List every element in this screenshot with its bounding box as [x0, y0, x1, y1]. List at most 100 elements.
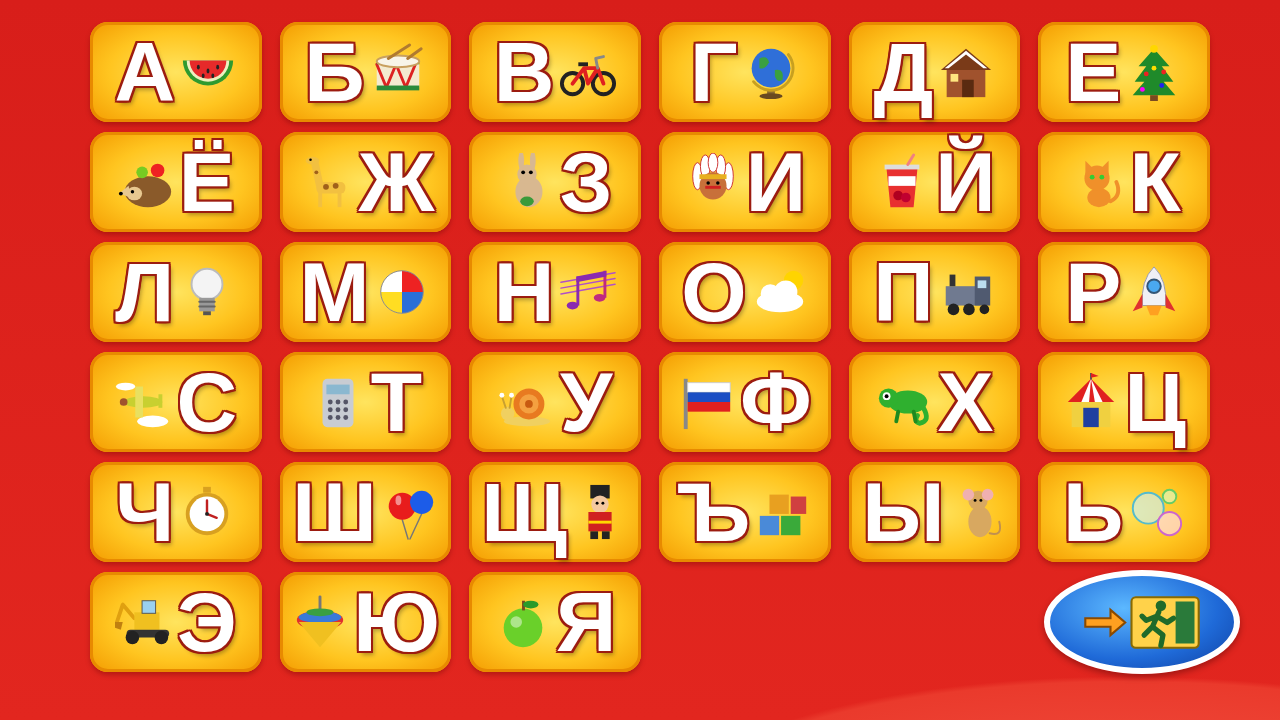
- letter-tile[interactable]: М: [280, 242, 452, 342]
- letter-tile[interactable]: В: [469, 22, 641, 122]
- bicycle-icon: [559, 43, 617, 101]
- letter-label: Ъ: [677, 470, 750, 554]
- letter-tile[interactable]: Ц: [1038, 352, 1210, 452]
- letter-label: Ю: [353, 580, 440, 664]
- exit-button[interactable]: [1044, 570, 1240, 674]
- letter-tile[interactable]: Щ: [469, 462, 641, 562]
- letter-tile[interactable]: А: [90, 22, 262, 122]
- letter-tile[interactable]: Ъ: [659, 462, 831, 562]
- letter-label: Ц: [1124, 360, 1185, 444]
- letter-tile[interactable]: К: [1038, 132, 1210, 232]
- circus-tent-icon: [1062, 373, 1120, 431]
- letter-label: Х: [937, 360, 993, 444]
- snail-icon: [498, 373, 556, 431]
- letter-tile[interactable]: Я: [469, 572, 641, 672]
- music-notes-icon: [559, 263, 617, 321]
- letter-label: Р: [1065, 250, 1121, 334]
- letter-tile[interactable]: Х: [849, 352, 1021, 452]
- letter-label: Я: [556, 580, 616, 664]
- letter-label: Ы: [862, 470, 944, 554]
- giraffe-icon: [297, 153, 355, 211]
- cloud-icon: [751, 263, 809, 321]
- soap-bubbles-icon: [1127, 483, 1185, 541]
- letter-label: П: [873, 250, 933, 334]
- nutcracker-icon: [571, 483, 629, 541]
- russian-flag-icon: [678, 373, 736, 431]
- watermelon-icon: [179, 43, 237, 101]
- letter-label: Э: [177, 580, 237, 664]
- balloons-icon: [381, 483, 439, 541]
- letter-label: Ь: [1063, 470, 1123, 554]
- letter-label: Ч: [115, 470, 174, 554]
- letter-tile[interactable]: Т: [280, 352, 452, 452]
- letter-board: А Б ВГ Д Е Ё Ж З И Й К ЛМ Н О П Р С ТУ Ф Х Ц Ч Ш Щ Ъ Ы Ь Э Ю Я: [0, 0, 1280, 672]
- letter-tile[interactable]: Д: [849, 22, 1021, 122]
- letter-label: А: [114, 30, 175, 114]
- letter-tile[interactable]: П: [849, 242, 1021, 342]
- letter-label: К: [1130, 140, 1181, 224]
- letter-tile[interactable]: З: [469, 132, 641, 232]
- letter-tile[interactable]: И: [659, 132, 831, 232]
- letter-tile[interactable]: Ю: [280, 572, 452, 672]
- rocket-icon: [1125, 263, 1183, 321]
- airplane-icon: [114, 373, 172, 431]
- light-bulb-icon: [178, 263, 236, 321]
- apple-icon: [494, 593, 552, 651]
- christmas-tree-icon: [1125, 43, 1183, 101]
- rabbit-icon: [498, 153, 556, 211]
- letter-tile[interactable]: Г: [659, 22, 831, 122]
- cat-icon: [1068, 153, 1126, 211]
- indian-icon: [684, 153, 742, 211]
- letter-label: Й: [935, 140, 995, 224]
- excavator-icon: [115, 593, 173, 651]
- letter-label: Г: [690, 30, 738, 114]
- telephone-icon: [309, 373, 367, 431]
- ball-icon: [373, 263, 431, 321]
- letter-tile[interactable]: У: [469, 352, 641, 452]
- globe-icon: [742, 43, 800, 101]
- letter-label: Н: [494, 250, 555, 334]
- letter-label: С: [176, 360, 237, 444]
- blocks-icon: [754, 483, 812, 541]
- letter-tile[interactable]: Ч: [90, 462, 262, 562]
- letter-tile[interactable]: Е: [1038, 22, 1210, 122]
- drum-icon: [369, 43, 427, 101]
- letter-label: Ш: [292, 470, 376, 554]
- letter-tile[interactable]: Н: [469, 242, 641, 342]
- letter-tile[interactable]: Ы: [849, 462, 1021, 562]
- house-icon: [937, 43, 995, 101]
- hedgehog-icon: [117, 153, 175, 211]
- letter-tile[interactable]: Ф: [659, 352, 831, 452]
- letter-tile[interactable]: С: [90, 352, 262, 452]
- letter-tile[interactable]: О: [659, 242, 831, 342]
- letter-tile[interactable]: Ш: [280, 462, 452, 562]
- letter-label: Б: [304, 30, 364, 114]
- letter-tile[interactable]: Л: [90, 242, 262, 342]
- alphabet-screen: А Б ВГ Д Е Ё Ж З И Й К ЛМ Н О П Р С ТУ Ф Х Ц Ч Ш Щ Ъ Ы Ь Э Ю Я: [0, 0, 1280, 720]
- letter-label: О: [681, 250, 746, 334]
- letter-tile[interactable]: Ь: [1038, 462, 1210, 562]
- chameleon-icon: [875, 373, 933, 431]
- train-icon: [938, 263, 996, 321]
- letter-tile[interactable]: Ж: [280, 132, 452, 232]
- letter-tile[interactable]: Э: [90, 572, 262, 672]
- letter-label: Щ: [481, 470, 567, 554]
- letter-label: Д: [874, 30, 934, 114]
- letter-label: Ж: [359, 140, 435, 224]
- letter-label: Т: [371, 360, 422, 444]
- letter-label: Е: [1065, 30, 1121, 114]
- spinning-top-icon: [291, 593, 349, 651]
- letter-tile[interactable]: Й: [849, 132, 1021, 232]
- letter-label: М: [300, 250, 370, 334]
- letter-label: Ё: [179, 140, 235, 224]
- stopwatch-icon: [178, 483, 236, 541]
- yogurt-icon: [873, 153, 931, 211]
- exit-running-man-icon: [1079, 591, 1205, 654]
- letter-label: З: [560, 140, 613, 224]
- letter-label: Ф: [740, 360, 812, 444]
- letter-tile[interactable]: Р: [1038, 242, 1210, 342]
- mouse-icon: [949, 483, 1007, 541]
- letter-tile[interactable]: Ё: [90, 132, 262, 232]
- letter-tile[interactable]: Б: [280, 22, 452, 122]
- letter-label: И: [746, 140, 806, 224]
